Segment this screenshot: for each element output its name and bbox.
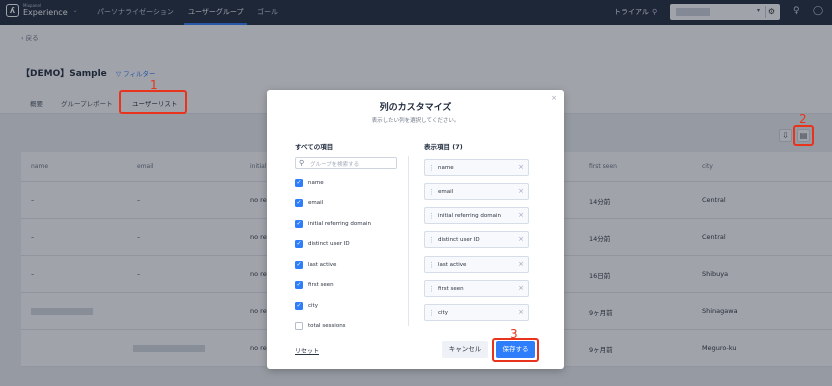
checkbox-initial-referring-domain[interactable]: ✓ initial referring domain xyxy=(295,220,371,228)
remove-icon[interactable]: × xyxy=(518,284,524,292)
selected-item[interactable]: ⋮ email × xyxy=(424,183,529,200)
drag-handle-icon[interactable]: ⋮ xyxy=(428,163,435,173)
checkbox-last-active[interactable]: ✓ last active xyxy=(295,261,336,269)
checkbox-name[interactable]: ✓ name xyxy=(295,179,324,187)
drag-handle-icon[interactable]: ⋮ xyxy=(428,284,435,294)
check-icon: ✓ xyxy=(295,179,303,187)
group-search-input[interactable]: ⚲ グループを検索する xyxy=(295,157,397,169)
selected-item[interactable]: ⋮ first seen × xyxy=(424,280,529,297)
check-icon: ✓ xyxy=(295,261,303,269)
checkbox-empty-icon xyxy=(295,322,303,330)
check-icon: ✓ xyxy=(295,240,303,248)
remove-icon[interactable]: × xyxy=(518,308,524,316)
checkbox-email[interactable]: ✓ email xyxy=(295,199,323,207)
remove-icon[interactable]: × xyxy=(518,211,524,219)
reset-link[interactable]: リセット xyxy=(295,346,319,355)
remove-icon[interactable]: × xyxy=(518,163,524,171)
selected-item[interactable]: ⋮ distinct user ID × xyxy=(424,231,529,248)
check-icon: ✓ xyxy=(295,199,303,207)
checkbox-city[interactable]: ✓ city xyxy=(295,302,318,310)
annotation-box xyxy=(119,90,187,114)
search-placeholder: グループを検索する xyxy=(310,162,360,168)
modal-subtitle: 表示したい列を選択してください。 xyxy=(371,118,460,124)
drag-handle-icon[interactable]: ⋮ xyxy=(428,308,435,318)
remove-icon[interactable]: × xyxy=(518,187,524,195)
drag-handle-icon[interactable]: ⋮ xyxy=(428,235,435,245)
modal-title: 列のカスタマイズ xyxy=(379,103,452,113)
selected-item[interactable]: ⋮ city × xyxy=(424,304,529,321)
column-customize-modal: 列のカスタマイズ 表示したい列を選択してください。 × すべての項目 表示項目 … xyxy=(267,90,564,369)
remove-icon[interactable]: × xyxy=(518,235,524,243)
close-icon[interactable]: × xyxy=(551,94,557,102)
drag-handle-icon[interactable]: ⋮ xyxy=(428,211,435,221)
checkbox-total-sessions[interactable]: total sessions xyxy=(295,322,346,330)
selected-item[interactable]: ⋮ initial referring domain × xyxy=(424,207,529,224)
check-icon: ✓ xyxy=(295,302,303,310)
search-icon: ⚲ xyxy=(299,159,305,167)
column-divider xyxy=(408,156,409,326)
cancel-button[interactable]: キャンセル xyxy=(442,341,488,358)
checkbox-first-seen[interactable]: ✓ first seen xyxy=(295,281,334,289)
annotation-box xyxy=(492,338,539,362)
selected-item[interactable]: ⋮ last active × xyxy=(424,256,529,273)
annotation-box xyxy=(793,125,814,146)
checkbox-distinct-user-id[interactable]: ✓ distinct user ID xyxy=(295,240,350,248)
all-items-heading: すべての項目 xyxy=(295,143,334,151)
remove-icon[interactable]: × xyxy=(518,260,524,268)
check-icon: ✓ xyxy=(295,220,303,228)
check-icon: ✓ xyxy=(295,281,303,289)
drag-handle-icon[interactable]: ⋮ xyxy=(428,187,435,197)
selected-item[interactable]: ⋮ name × xyxy=(424,159,529,176)
annotation-number: 2 xyxy=(799,112,807,126)
selected-items-heading: 表示項目 (7) xyxy=(424,143,463,151)
drag-handle-icon[interactable]: ⋮ xyxy=(428,260,435,270)
